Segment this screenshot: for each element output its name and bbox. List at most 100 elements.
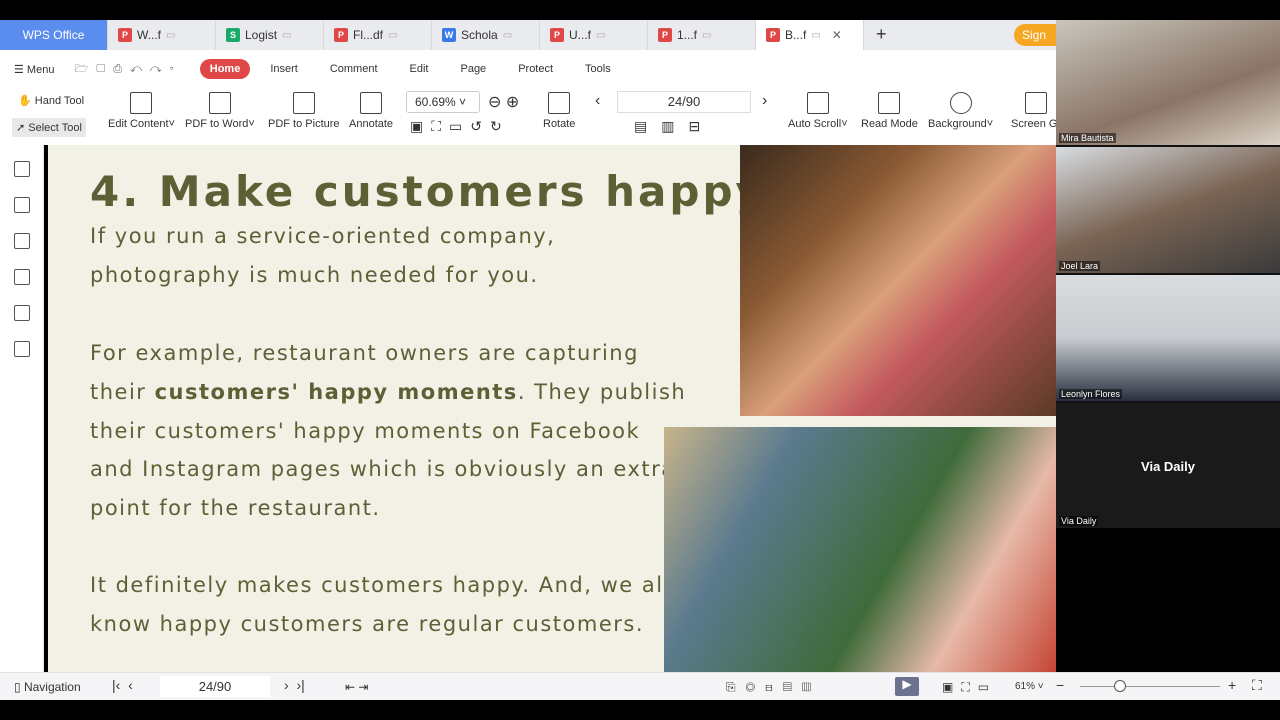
form-icon[interactable]: [13, 341, 30, 357]
book-icon: [878, 92, 901, 114]
status-page-input[interactable]: 24/90: [160, 676, 270, 697]
page-layout-icons[interactable]: ▤▥⊟: [634, 118, 714, 135]
paragraph-2: For example, restaurant owners are captu…: [90, 334, 690, 528]
tab[interactable]: WPS Office: [0, 20, 108, 50]
page-input[interactable]: 24/90: [617, 91, 751, 113]
label: Navigation: [23, 680, 81, 694]
tab[interactable]: P 1...f ▭: [648, 20, 756, 50]
zoom-slider[interactable]: [1080, 686, 1220, 687]
tab-edit[interactable]: Edit: [394, 63, 445, 75]
read-mode-button[interactable]: Read Mode: [861, 92, 918, 130]
zoom-in-button[interactable]: +: [1228, 677, 1236, 693]
first-prev-page-buttons[interactable]: |‹ ‹: [112, 677, 133, 693]
tab[interactable]: P U...f ▭: [540, 20, 648, 50]
left-sidebar: [0, 145, 44, 672]
sign-in-button[interactable]: Sign in: [1014, 24, 1056, 64]
hand-tool-button[interactable]: ✋ Hand Tool: [18, 94, 84, 107]
zoom-value: 61%: [1015, 681, 1036, 692]
tab-insert[interactable]: Insert: [254, 63, 314, 75]
tab-protect[interactable]: Protect: [502, 63, 569, 75]
tab-page[interactable]: Page: [444, 63, 502, 75]
participant-name: Via Daily: [1059, 516, 1099, 526]
tab[interactable]: S Logist ▭: [216, 20, 324, 50]
restaurant-photo: [740, 145, 1056, 416]
select-tool-label: Select Tool: [28, 122, 82, 134]
tab-label: WPS Office: [22, 28, 85, 42]
annotate-button[interactable]: Annotate: [349, 92, 393, 130]
tab-home[interactable]: Home: [199, 59, 251, 79]
next-page-button[interactable]: ›: [762, 92, 767, 110]
navigation-button[interactable]: ▯ Navigation: [14, 680, 81, 694]
video-tile[interactable]: Via Daily Via Daily: [1056, 403, 1280, 528]
tab[interactable]: P B...f ▭ ✕: [756, 20, 864, 50]
quick-access-icons[interactable]: 🗁▢⎙↶↷▿: [74, 60, 181, 79]
ribbon: ☰ Menu 🗁▢⎙↶↷▿ Home Insert Comment Edit Page P…: [0, 50, 1061, 145]
view-mode-icons[interactable]: ⎘◎⊟▤▥: [726, 680, 821, 695]
pdf-to-picture-button[interactable]: PDF to Picture: [268, 92, 340, 130]
video-tile[interactable]: Leonlyn Flores: [1056, 275, 1280, 401]
pdf-file-icon: P: [118, 28, 132, 42]
close-tab-icon[interactable]: ✕: [832, 28, 842, 42]
prev-page-button[interactable]: ‹: [595, 92, 600, 110]
video-tile[interactable]: Mira Bautista: [1056, 20, 1280, 145]
edit-content-icon: [130, 92, 153, 114]
signature-icon[interactable]: [13, 305, 30, 321]
zoom-slider-handle[interactable]: [1114, 680, 1126, 692]
video-tile[interactable]: Joel Lara: [1056, 147, 1280, 273]
paragraph-1: If you run a service-oriented company, p…: [90, 224, 556, 287]
tab-label: 1...f: [677, 28, 698, 42]
label: PDF to Picture: [268, 118, 340, 130]
family-meal-photo: [664, 427, 1056, 672]
status-zoom[interactable]: 61% ˅: [1015, 681, 1044, 692]
label: Background: [928, 118, 987, 130]
label: Screen Gr: [1011, 118, 1062, 130]
tab-tools[interactable]: Tools: [569, 63, 627, 75]
pdf-file-icon: P: [550, 28, 564, 42]
attachment-icon[interactable]: [13, 269, 30, 285]
tab-label: U...f: [569, 28, 592, 42]
thumbnail-icon[interactable]: [13, 197, 30, 213]
monitor-icon: ▭: [502, 29, 513, 41]
menu-button[interactable]: ☰ Menu: [14, 63, 54, 76]
tab[interactable]: P Fl...df ▭: [324, 20, 432, 50]
pdf-to-word-icon: [208, 92, 231, 114]
eye-icon: [949, 92, 972, 114]
comment-icon[interactable]: [13, 233, 30, 249]
label: Read Mode: [861, 118, 918, 130]
tab-comment[interactable]: Comment: [314, 63, 394, 75]
pdf-to-word-button[interactable]: PDF to Word˅: [185, 92, 255, 130]
play-button[interactable]: ▶: [895, 677, 919, 696]
select-tool-button[interactable]: ➚ Select Tool: [12, 118, 86, 137]
pdf-file-icon: P: [334, 28, 348, 42]
video-call-panel: Mira Bautista Joel Lara Leonlyn Flores V…: [1056, 20, 1280, 528]
auto-scroll-button[interactable]: Auto Scroll˅: [788, 92, 848, 130]
edit-content-button[interactable]: Edit Content˅: [108, 92, 175, 130]
auto-scroll-icon: [806, 92, 829, 114]
back-forward-buttons[interactable]: ⇤ ⇥: [345, 680, 368, 694]
tab[interactable]: P W...f ▭: [108, 20, 216, 50]
zoom-select[interactable]: 60.69% ˅: [406, 91, 480, 113]
label: Auto Scroll: [788, 118, 842, 130]
hand-tool-label: Hand Tool: [34, 95, 85, 107]
status-bar: ▯ Navigation |‹ ‹ 24/90 › ›| ⇤ ⇥ ⎘◎⊟▤▥ ▶…: [0, 672, 1280, 700]
label: PDF to Word: [185, 118, 249, 130]
monitor-icon: ▭: [282, 29, 292, 41]
rotate-button[interactable]: Rotate: [543, 92, 575, 130]
background-button[interactable]: Background˅: [928, 92, 993, 130]
next-last-page-buttons[interactable]: › ›|: [284, 677, 305, 693]
paragraph-3: It definitely makes customers happy. And…: [90, 573, 671, 636]
pdf-file-icon: P: [766, 28, 780, 42]
zoom-out-in-icons[interactable]: ⊖ ⊕: [488, 92, 519, 112]
fit-icons[interactable]: ▣⛶▭: [942, 680, 997, 695]
page-heading: 4. Make customers happy: [90, 167, 766, 216]
label: Edit Content: [108, 118, 169, 130]
monitor-icon: ▭: [388, 29, 398, 41]
fullscreen-icon[interactable]: ⛶: [1252, 677, 1262, 694]
tab[interactable]: W Schola ▭: [432, 20, 540, 50]
bookmark-icon[interactable]: [13, 161, 30, 177]
screen-grab-button[interactable]: Screen Gr: [1011, 92, 1061, 130]
screen-grab-icon: [1025, 92, 1048, 114]
zoom-out-button[interactable]: −: [1056, 677, 1064, 693]
fit-rotate-icons[interactable]: ▣⛶▭↺↻: [410, 118, 510, 135]
new-tab-button[interactable]: +: [864, 20, 899, 50]
